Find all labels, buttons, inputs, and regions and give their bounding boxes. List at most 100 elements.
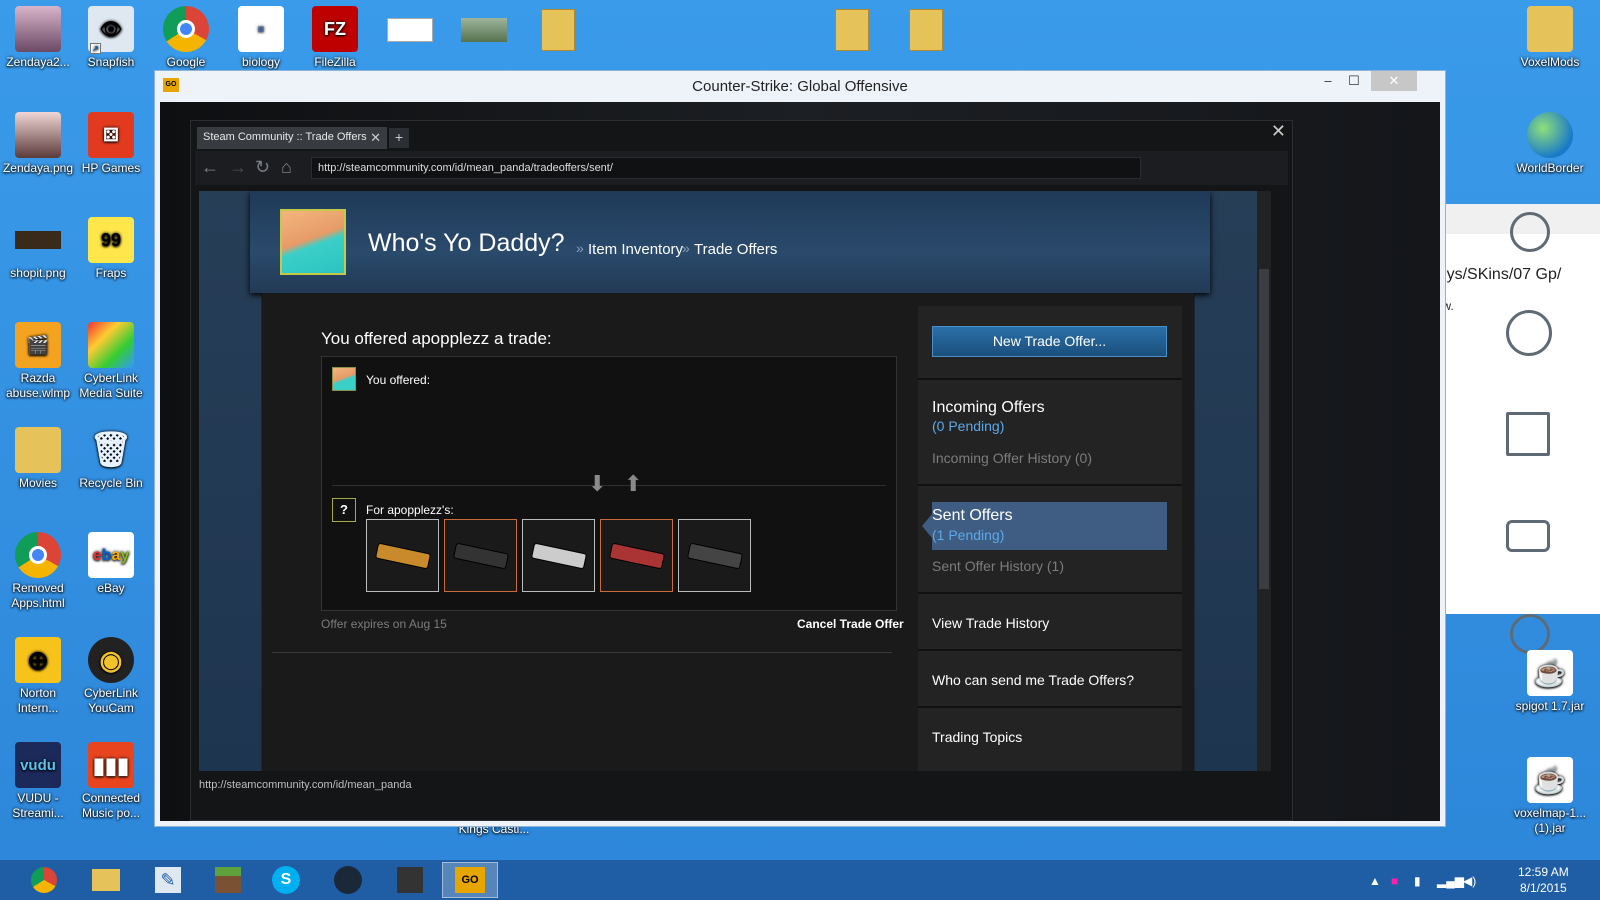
incoming-offers-link[interactable]: Incoming Offers: [932, 399, 1045, 417]
minimize-button[interactable]: –: [1315, 71, 1341, 91]
taskbar-clock[interactable]: 12:59 AM 8/1/2015: [1518, 864, 1569, 896]
trading-topics-link[interactable]: Trading Topics: [932, 729, 1022, 745]
desktop-icon-recycle-bin[interactable]: 🗑 Recycle Bin: [73, 427, 149, 491]
sent-offers-item[interactable]: Sent Offers (1 Pending): [922, 502, 1167, 550]
tray-network-icon[interactable]: ▂▄▆: [1437, 874, 1464, 888]
globe-icon: ⊕: [15, 637, 61, 683]
desktop-icon-worldborder[interactable]: WorldBorder: [1512, 112, 1588, 176]
desktop-icon-snapfish[interactable]: 👁 ↗ Snapfish: [73, 6, 149, 70]
reload-icon[interactable]: ↻: [255, 157, 270, 178]
offer-title: You offered apopplezz a trade:: [321, 329, 552, 348]
trade-offers-main: You offered apopplezz a trade: You offer…: [262, 293, 1194, 771]
taskbar-app-icon[interactable]: [382, 862, 438, 898]
silenced-pistol-icon: [453, 543, 508, 568]
trade-item-slot[interactable]: [522, 519, 595, 592]
desktop-icon-vudu[interactable]: vudu VUDU - Streami...: [0, 742, 76, 821]
red-pistol-icon: [609, 543, 664, 568]
tab-close-icon[interactable]: ✕: [370, 130, 381, 146]
chrome-icon: [15, 532, 61, 578]
desktop-icon-zendaya-png[interactable]: Zendaya.png: [0, 112, 76, 176]
new-trade-offer-button[interactable]: New Trade Offer...: [932, 326, 1167, 357]
taskbar-steam-icon[interactable]: [320, 862, 376, 898]
profile-name[interactable]: Who's Yo Daddy?: [368, 229, 565, 258]
paypal-file-icon[interactable]: [384, 4, 436, 56]
taskbar-csgo-icon[interactable]: GO: [442, 862, 498, 898]
profile-header: Who's Yo Daddy? » Item Inventory » Trade…: [250, 191, 1210, 293]
offer-expires: Offer expires on Aug 15: [321, 617, 447, 631]
filezilla-icon: FZ: [312, 6, 358, 52]
search-charm-icon[interactable]: [1510, 212, 1550, 252]
maximize-button[interactable]: ☐: [1341, 71, 1367, 91]
taskbar-explorer-icon[interactable]: [78, 862, 134, 898]
partner-avatar[interactable]: ?: [332, 498, 356, 522]
home-icon[interactable]: ⌂: [281, 157, 292, 178]
desktop-icon-zendaya2[interactable]: Zendaya2...: [0, 6, 76, 70]
csgo-window: GO Counter-Strike: Global Offensive – ☐ …: [154, 70, 1446, 827]
close-button[interactable]: ✕: [1371, 71, 1417, 91]
desktop-icon-hp-games[interactable]: ⚄ HP Games: [73, 112, 149, 176]
globe-icon: [1527, 112, 1573, 158]
desktop-icon-google[interactable]: Google: [148, 6, 224, 70]
desktop-icon-cyberlink-media[interactable]: CyberLink Media Suite: [73, 322, 149, 401]
page-scrollbar[interactable]: [1257, 191, 1271, 771]
cancel-trade-offer-link[interactable]: Cancel Trade Offer: [797, 617, 904, 631]
show-hidden-icons[interactable]: ▲: [1369, 874, 1381, 888]
trade-item-slot[interactable]: [678, 519, 751, 592]
desktop-icon-removed-apps[interactable]: Removed Apps.html: [0, 532, 76, 611]
settings-charm-icon[interactable]: [1510, 614, 1550, 654]
desktop-icon-biology[interactable]: ≡ biology: [223, 6, 299, 70]
desktop-icon-fraps[interactable]: 99 Fraps: [73, 217, 149, 281]
taskbar-minecraft-icon[interactable]: [200, 862, 256, 898]
desktop-icon-norton[interactable]: ⊕ Norton Intern...: [0, 637, 76, 716]
trade-item-slot[interactable]: [600, 519, 673, 592]
url-field[interactable]: http://steamcommunity.com/id/mean_panda/…: [311, 157, 1141, 179]
back-icon[interactable]: ←: [201, 157, 219, 178]
desktop-icon-connected-music[interactable]: ▮▮▮ Connected Music po...: [73, 742, 149, 821]
overlay-close-button[interactable]: ✕: [1271, 121, 1286, 142]
folder-icon[interactable]: [900, 4, 952, 56]
desktop-icon-spigot[interactable]: ☕ spigot 1.7.jar: [1512, 650, 1588, 714]
taskbar-pen-icon[interactable]: ✎: [140, 862, 196, 898]
my-avatar[interactable]: [332, 367, 356, 391]
incoming-history-link[interactable]: Incoming Offer History (0): [932, 450, 1092, 466]
incoming-pending[interactable]: (0 Pending): [932, 418, 1004, 434]
trade-privacy-link[interactable]: Who can send me Trade Offers?: [932, 672, 1134, 688]
forward-icon[interactable]: →: [229, 157, 247, 178]
folder-icon[interactable]: [826, 4, 878, 56]
puzzle-icon: [88, 322, 134, 368]
desktop-icon-voxelmap[interactable]: ☕ voxelmap-1... (1).jar: [1512, 757, 1588, 836]
folder-icon[interactable]: [532, 4, 584, 56]
tray-volume-icon[interactable]: ◀): [1463, 874, 1476, 888]
taskbar-skype-icon[interactable]: S: [258, 862, 314, 898]
new-tab-button[interactable]: +: [389, 128, 409, 148]
trade-item-slot[interactable]: [366, 519, 439, 592]
devices-charm-icon[interactable]: [1506, 520, 1550, 552]
desktop-icon-voxelmods[interactable]: VoxelMods: [1512, 6, 1588, 70]
breadcrumb-item-inventory[interactable]: Item Inventory: [588, 241, 683, 258]
avatar[interactable]: [280, 209, 346, 275]
start-charm-icon[interactable]: [1506, 412, 1550, 456]
taskbar-chrome-icon[interactable]: [16, 862, 72, 898]
folder-icon: [1527, 6, 1573, 52]
window-titlebar[interactable]: GO Counter-Strike: Global Offensive – ☐ …: [155, 71, 1445, 102]
image-file-icon[interactable]: [458, 4, 510, 56]
desktop-icon-filezilla[interactable]: FZ FileZilla: [297, 6, 373, 70]
sent-history-link[interactable]: Sent Offer History (1): [932, 558, 1064, 574]
breadcrumb-trade-offers[interactable]: Trade Offers: [694, 241, 777, 258]
steam-overlay-browser: Steam Community :: Trade Offers ✕ + ✕ ← …: [190, 120, 1293, 821]
desktop-icon-ebay[interactable]: ebay eBay: [73, 532, 149, 596]
share-charm-icon[interactable]: [1506, 310, 1552, 356]
desktop-icon-youcam[interactable]: ◉ CyberLink YouCam: [73, 637, 149, 716]
tab-trade-offers[interactable]: Steam Community :: Trade Offers ✕: [197, 127, 387, 149]
webcam-icon: ◉: [88, 637, 134, 683]
view-trade-history-link[interactable]: View Trade History: [932, 615, 1049, 631]
eye-icon: 👁 ↗: [88, 6, 134, 54]
sniper-rifle-icon: [531, 543, 586, 568]
desktop-icon-shopit[interactable]: shopit.png: [0, 217, 76, 281]
desktop-icon-movies[interactable]: Movies: [0, 427, 76, 491]
tray-app-icon[interactable]: ■: [1391, 874, 1398, 888]
trade-item-slot[interactable]: [444, 519, 517, 592]
tray-power-icon[interactable]: ▮: [1414, 874, 1421, 888]
desktop-icon-razda[interactable]: 🎬 Razda abuse.wlmp: [0, 322, 76, 401]
game-content: Steam Community :: Trade Offers ✕ + ✕ ← …: [160, 102, 1440, 821]
